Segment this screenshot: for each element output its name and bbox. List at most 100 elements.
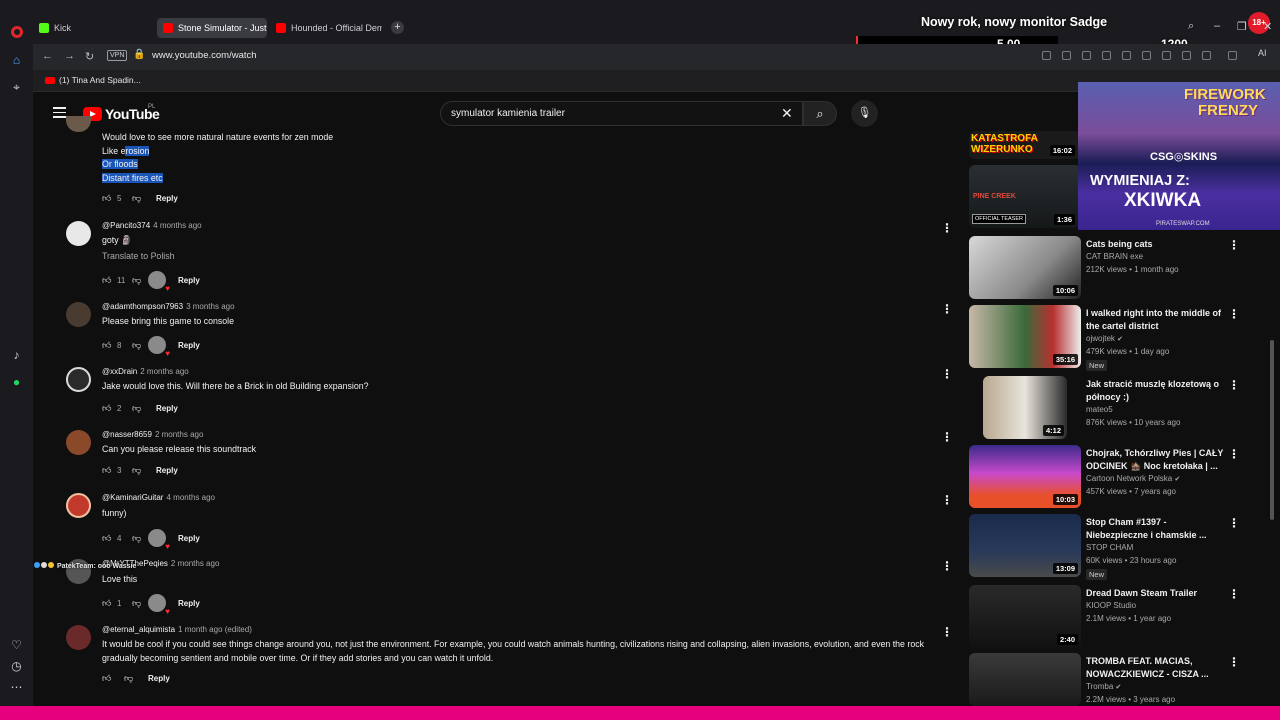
dislike-icon[interactable]: 👎︎ xyxy=(132,533,148,544)
video-thumbnail[interactable] xyxy=(969,653,1081,706)
like-icon[interactable]: 👍︎ xyxy=(102,465,114,476)
video-more-icon[interactable]: ⋮ xyxy=(1228,587,1240,601)
back-icon[interactable]: ← xyxy=(42,50,53,62)
video-more-icon[interactable]: ⋮ xyxy=(1228,378,1240,392)
comment-author[interactable]: @Pancito374 xyxy=(102,221,150,230)
video-thumbnail[interactable]: 35:16 xyxy=(969,305,1081,368)
video-channel[interactable]: CAT BRAIN exe xyxy=(1086,252,1143,261)
avatar[interactable] xyxy=(66,625,91,650)
extension-icon[interactable] xyxy=(1062,51,1071,60)
avatar[interactable] xyxy=(66,221,91,246)
video-thumbnail[interactable]: PINE CREEK OFFICIAL TEASER 1:36 xyxy=(969,165,1081,228)
heart-icon[interactable]: ♡ xyxy=(9,637,24,652)
tab-hounded[interactable]: Hounded - Official Demo xyxy=(270,18,382,38)
avatar[interactable] xyxy=(66,302,91,327)
pin-icon[interactable]: ⌖ xyxy=(9,80,24,95)
close-window-icon[interactable]: ✕ xyxy=(1263,20,1272,33)
video-more-icon[interactable]: ⋮ xyxy=(1228,516,1240,530)
video-title[interactable]: Jak stracić muszlę klozetową o północy :… xyxy=(1086,378,1226,404)
tab-kick[interactable]: Kick xyxy=(33,18,153,38)
extension-icon[interactable] xyxy=(1102,51,1111,60)
avatar[interactable] xyxy=(66,493,91,518)
dislike-icon[interactable]: 👎︎ xyxy=(132,193,148,204)
dislike-icon[interactable]: 👎︎ xyxy=(132,340,148,351)
video-title[interactable]: Stop Cham #1397 - Niebezpieczne i chamsk… xyxy=(1086,516,1226,542)
translate-link[interactable]: Translate to Polish xyxy=(102,251,175,261)
bookmark-item[interactable]: (1) Tina And Spadin... xyxy=(45,75,141,85)
comment-time[interactable]: 1 month ago (edited) xyxy=(178,625,252,634)
cube-icon[interactable] xyxy=(1228,51,1237,60)
comment-author[interactable]: @eternal_alquimista xyxy=(102,625,175,634)
vpn-badge[interactable]: VPN xyxy=(107,50,128,61)
video-thumbnail[interactable]: 10:06 xyxy=(969,236,1081,299)
reply-button[interactable]: Reply xyxy=(178,341,200,350)
comment-time[interactable]: 2 months ago xyxy=(171,559,219,568)
like-icon[interactable]: 👍︎ xyxy=(102,533,114,544)
extension-icon[interactable] xyxy=(1122,51,1131,60)
more-actions-icon[interactable]: ⋮ xyxy=(941,625,953,639)
comment-time[interactable]: 4 months ago xyxy=(153,221,201,230)
reply-button[interactable]: Reply xyxy=(148,674,170,683)
comment-time[interactable]: 2 months ago xyxy=(140,367,188,376)
video-more-icon[interactable]: ⋮ xyxy=(1228,238,1240,252)
comment-time[interactable]: 2 months ago xyxy=(155,430,203,439)
video-title[interactable]: Cats being cats xyxy=(1086,238,1226,251)
comment-time[interactable]: 4 months ago xyxy=(166,493,214,502)
extension-icon[interactable] xyxy=(1142,51,1151,60)
reply-button[interactable]: Reply xyxy=(178,534,200,543)
video-channel[interactable]: STOP CHAM xyxy=(1086,543,1133,552)
maximize-icon[interactable]: ❐ xyxy=(1237,20,1247,33)
user-icon[interactable] xyxy=(1202,51,1211,60)
menu-icon[interactable] xyxy=(53,107,66,118)
voice-search-button[interactable]: 🎙 xyxy=(851,100,878,127)
comment-author[interactable]: @xxDrain xyxy=(102,367,137,376)
dislike-icon[interactable]: 👎︎ xyxy=(132,403,148,414)
reply-button[interactable]: Reply xyxy=(156,194,178,203)
extension-icon[interactable] xyxy=(1042,51,1051,60)
reply-button[interactable]: Reply xyxy=(178,599,200,608)
scrollbar[interactable] xyxy=(1270,340,1274,520)
more-actions-icon[interactable]: ⋮ xyxy=(941,302,953,316)
comment-author[interactable]: @nasser8659 xyxy=(102,430,152,439)
avatar[interactable] xyxy=(66,430,91,455)
video-channel[interactable]: Tromba ✔ xyxy=(1086,682,1121,691)
url-field[interactable]: www.youtube.com/watch xyxy=(152,50,257,61)
video-more-icon[interactable]: ⋮ xyxy=(1228,655,1240,669)
more-actions-icon[interactable]: ⋮ xyxy=(941,559,953,573)
profile-icon[interactable] xyxy=(1182,51,1191,60)
like-icon[interactable]: 👍︎ xyxy=(102,598,114,609)
comment-time[interactable]: 3 months ago xyxy=(186,302,234,311)
forward-icon[interactable]: → xyxy=(64,50,75,62)
home-icon[interactable]: ⌂ xyxy=(9,52,24,67)
video-channel[interactable]: mateo5 xyxy=(1086,405,1113,414)
like-icon[interactable]: 👍︎ xyxy=(102,673,114,684)
video-thumbnail[interactable]: 4:12 xyxy=(983,376,1067,439)
more-actions-icon[interactable]: ⋮ xyxy=(941,493,953,507)
spotify-icon[interactable]: ● xyxy=(9,374,24,389)
video-title[interactable]: I walked right into the middle of the ca… xyxy=(1086,307,1226,333)
video-more-icon[interactable]: ⋮ xyxy=(1228,447,1240,461)
search-query[interactable]: symulator kamienia trailer xyxy=(451,108,565,119)
reload-icon[interactable]: ↻ xyxy=(85,50,94,63)
more-actions-icon[interactable]: ⋮ xyxy=(941,221,953,235)
video-thumbnail[interactable]: 13:09 xyxy=(969,514,1081,577)
video-title[interactable]: Dread Dawn Steam Trailer xyxy=(1086,587,1226,600)
tiktok-icon[interactable]: ♪ xyxy=(9,347,24,362)
like-icon[interactable]: 👍︎ xyxy=(102,340,114,351)
reply-button[interactable]: Reply xyxy=(178,276,200,285)
dislike-icon[interactable]: 👎︎ xyxy=(132,275,148,286)
reply-button[interactable]: Reply xyxy=(156,404,178,413)
search-button[interactable]: ⌕ xyxy=(803,101,837,126)
comment-author[interactable]: @adamthompson7963 xyxy=(102,302,183,311)
dislike-icon[interactable]: 👎︎ xyxy=(132,598,148,609)
search-tabs-icon[interactable]: ⌕ xyxy=(1188,20,1194,33)
dislike-icon[interactable]: 👎︎ xyxy=(124,673,140,684)
video-thumbnail[interactable]: 2:40 xyxy=(969,585,1081,648)
clear-search-icon[interactable]: ✕ xyxy=(781,105,793,122)
opera-logo-icon[interactable] xyxy=(11,26,23,38)
video-thumbnail[interactable]: KATASTROFA WIZERUNKO 16:02 xyxy=(969,131,1081,159)
like-icon[interactable]: 👍︎ xyxy=(102,275,114,286)
video-channel[interactable]: Cartoon Network Polska ✔ xyxy=(1086,474,1180,483)
like-icon[interactable]: 👍︎ xyxy=(102,193,114,204)
video-title[interactable]: Chojrak, Tchórzliwy Pies | CAŁY ODCINEK … xyxy=(1086,447,1226,473)
